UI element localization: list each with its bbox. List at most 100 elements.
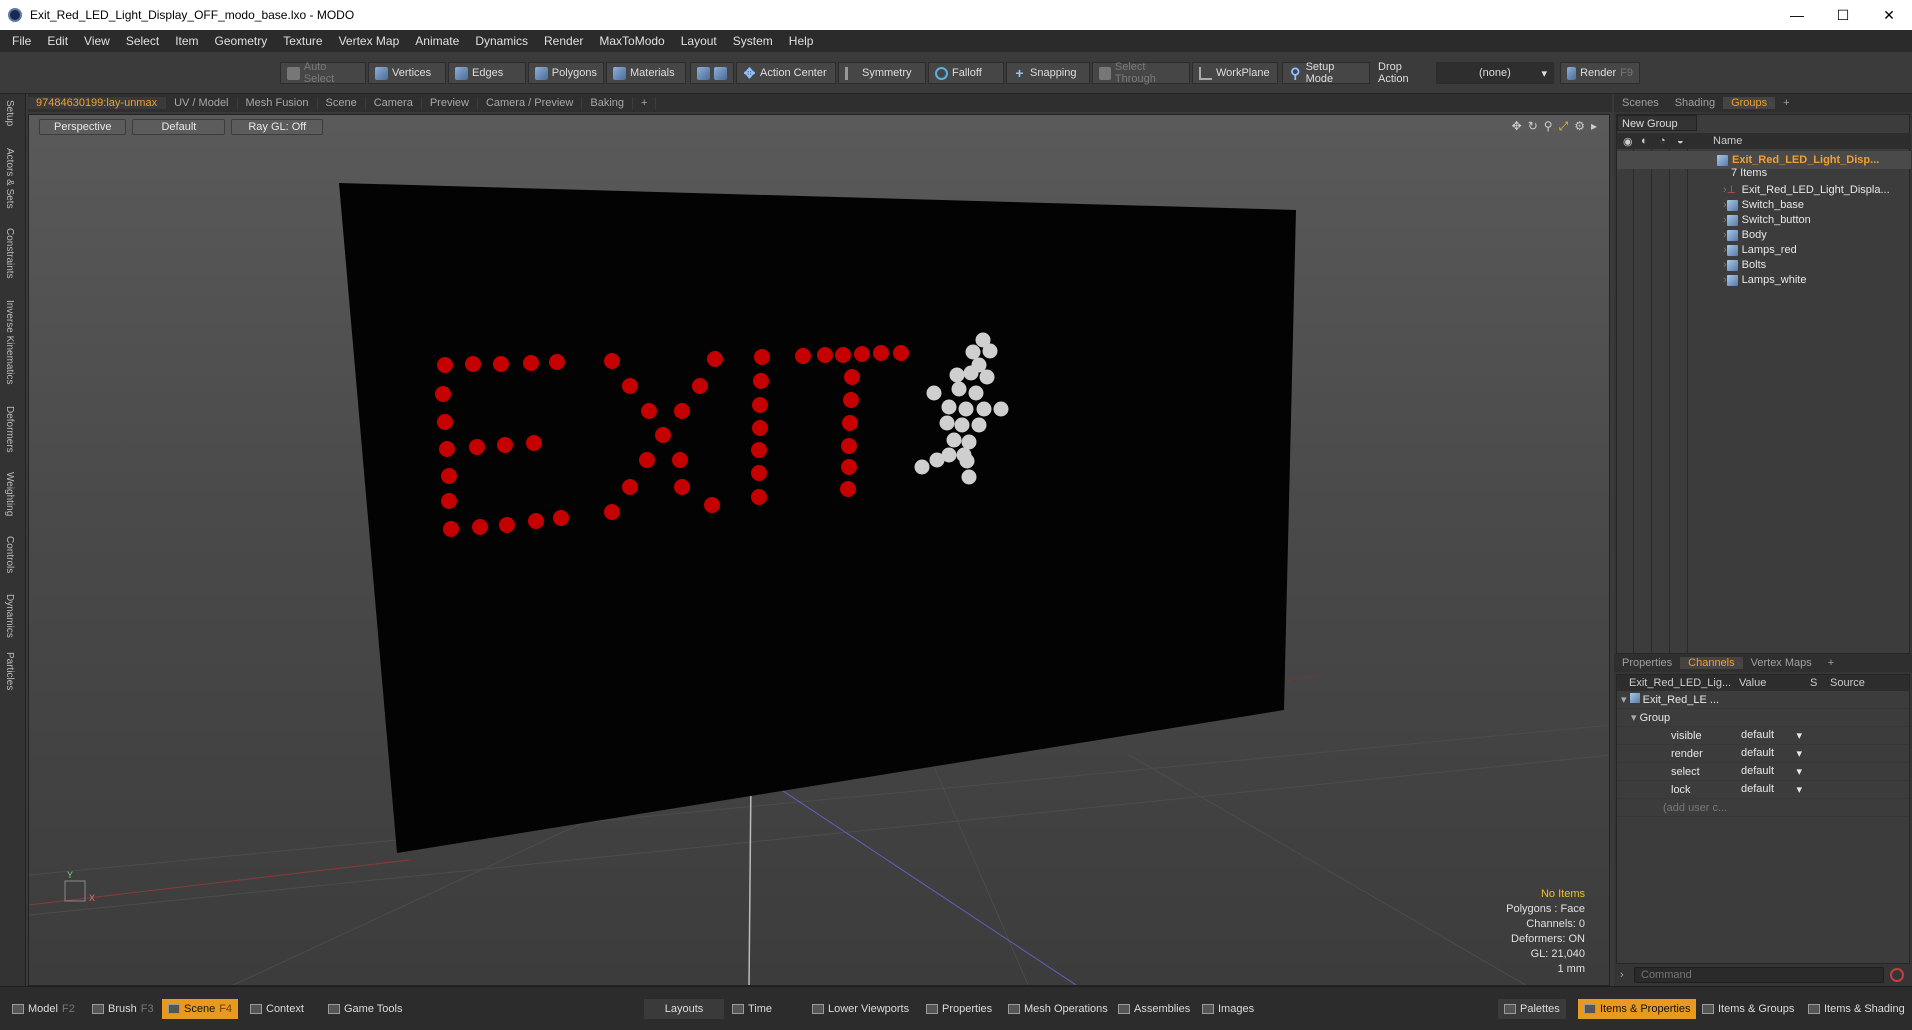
- rotate-icon[interactable]: ↻: [1528, 119, 1538, 134]
- setup-mode-button[interactable]: ⚲ Setup Mode: [1282, 61, 1370, 85]
- menu-file[interactable]: File: [4, 34, 39, 48]
- viewport-menu-icon[interactable]: ▸: [1591, 119, 1597, 134]
- snapping-button[interactable]: + Snapping: [1006, 62, 1090, 84]
- maximize-button[interactable]: ☐: [1820, 0, 1866, 30]
- zoom-icon[interactable]: ⚲: [1544, 119, 1553, 134]
- channel-root-row[interactable]: ▾ Exit_Red_LE ...: [1617, 691, 1909, 709]
- lock-toggle-icon[interactable]: ◒: [1677, 135, 1684, 147]
- close-button[interactable]: ✕: [1866, 0, 1912, 30]
- pan-icon[interactable]: ✥: [1512, 119, 1522, 134]
- menu-help[interactable]: Help: [781, 34, 822, 48]
- channel-value-render[interactable]: default ▾: [1735, 747, 1810, 760]
- shading-mode-select[interactable]: Default: [132, 119, 226, 135]
- vertices-button[interactable]: Vertices: [368, 62, 446, 84]
- menu-system[interactable]: System: [725, 34, 781, 48]
- select-through-button[interactable]: Select Through: [1092, 61, 1190, 85]
- items-properties-button[interactable]: Items & Properties: [1578, 999, 1697, 1019]
- symmetry-button[interactable]: Symmetry: [838, 62, 926, 84]
- action-center-button[interactable]: ✥ Action Center: [736, 62, 836, 84]
- tab-deformers[interactable]: Deformers: [4, 406, 15, 453]
- drop-action-select[interactable]: (none) ▾: [1436, 62, 1554, 84]
- tab-inverse-kinematics[interactable]: Inverse Kinematics: [4, 300, 15, 384]
- command-input[interactable]: [1634, 967, 1884, 983]
- tree-item-lamps-white[interactable]: › Lamps_white: [1617, 271, 1911, 289]
- render-toggle-icon[interactable]: ◐: [1641, 135, 1648, 147]
- tab-scene[interactable]: Scene: [318, 97, 366, 109]
- tab-constraints[interactable]: Constraints: [4, 228, 15, 279]
- scene-layout-button[interactable]: Scene F4: [162, 999, 239, 1019]
- 3d-viewport[interactable]: Y X Perspective Default Ray GL: Off ✥ ↻ …: [28, 114, 1610, 986]
- properties-button[interactable]: Properties: [920, 999, 998, 1019]
- add-panel-tab-button[interactable]: +: [1775, 97, 1797, 109]
- channel-row-select[interactable]: select default ▾: [1617, 763, 1909, 781]
- tab-controls[interactable]: Controls: [4, 536, 15, 573]
- game-tools-layout-button[interactable]: Game Tools: [322, 999, 409, 1019]
- items-shading-button[interactable]: Items & Shading: [1802, 999, 1911, 1019]
- selection-mode-buttons[interactable]: [690, 62, 734, 84]
- eye-icon[interactable]: ◉: [1623, 135, 1633, 148]
- layouts-button[interactable]: Layouts: [644, 999, 724, 1019]
- tab-properties[interactable]: Properties: [1614, 657, 1680, 669]
- menu-render[interactable]: Render: [536, 34, 591, 48]
- tab-preview[interactable]: Preview: [422, 97, 478, 109]
- lower-viewports-button[interactable]: Lower Viewports: [806, 999, 915, 1019]
- tab-actors-sets[interactable]: Actors & Sets: [4, 148, 15, 209]
- images-button[interactable]: Images: [1196, 999, 1260, 1019]
- context-layout-button[interactable]: Context: [244, 999, 310, 1019]
- tab-camera[interactable]: Camera: [366, 97, 422, 109]
- tab-scenes[interactable]: Scenes: [1614, 97, 1667, 109]
- auto-select-button[interactable]: Auto Select: [280, 61, 366, 85]
- menu-layout[interactable]: Layout: [673, 34, 725, 48]
- add-tab-button[interactable]: +: [633, 97, 657, 109]
- exit-sign-body[interactable]: [339, 183, 1296, 853]
- menu-maxtomodo[interactable]: MaxToModo: [591, 34, 672, 48]
- channel-row-lock[interactable]: lock default ▾: [1617, 781, 1909, 799]
- menu-select[interactable]: Select: [118, 34, 167, 48]
- time-button[interactable]: Time: [726, 999, 778, 1019]
- polygons-button[interactable]: Polygons: [528, 62, 604, 84]
- channel-value-visible[interactable]: default ▾: [1735, 729, 1810, 742]
- tab-dynamics[interactable]: Dynamics: [4, 594, 15, 638]
- tab-setup[interactable]: Setup: [4, 100, 15, 126]
- menu-vertex-map[interactable]: Vertex Map: [331, 34, 408, 48]
- tab-particles[interactable]: Particles: [4, 652, 15, 690]
- raygl-toggle[interactable]: Ray GL: Off: [231, 119, 324, 135]
- model-layout-button[interactable]: Model F2: [6, 999, 81, 1019]
- mesh-operations-button[interactable]: Mesh Operations: [1002, 999, 1114, 1019]
- viewport-settings-icon[interactable]: ⚙: [1574, 119, 1585, 134]
- add-user-channel-row[interactable]: (add user c...: [1617, 799, 1909, 817]
- tab-vertex-maps[interactable]: Vertex Maps: [1743, 657, 1820, 669]
- items-groups-button[interactable]: Items & Groups: [1696, 999, 1800, 1019]
- minimize-button[interactable]: —: [1774, 0, 1820, 30]
- tab-shading[interactable]: Shading: [1667, 97, 1723, 109]
- channel-value-lock[interactable]: default ▾: [1735, 783, 1810, 796]
- record-icon[interactable]: [1890, 968, 1904, 982]
- edges-button[interactable]: Edges: [448, 62, 526, 84]
- menu-view[interactable]: View: [76, 34, 118, 48]
- tab-uv-model[interactable]: UV / Model: [166, 97, 238, 109]
- menu-geometry[interactable]: Geometry: [207, 34, 276, 48]
- new-group-button[interactable]: New Group: [1617, 115, 1697, 131]
- tab-layout-unmax[interactable]: 97484630199:lay-unmax: [28, 97, 167, 109]
- menu-animate[interactable]: Animate: [407, 34, 467, 48]
- channel-row-render[interactable]: render default ▾: [1617, 745, 1909, 763]
- menu-dynamics[interactable]: Dynamics: [467, 34, 536, 48]
- fit-icon[interactable]: ⤢: [1559, 119, 1569, 134]
- assemblies-button[interactable]: Assemblies: [1112, 999, 1196, 1019]
- palettes-button[interactable]: Palettes: [1498, 999, 1566, 1019]
- tab-baking[interactable]: Baking: [582, 97, 634, 109]
- brush-layout-button[interactable]: Brush F3: [86, 999, 160, 1019]
- menu-item[interactable]: Item: [167, 34, 206, 48]
- select-toggle-icon[interactable]: ◔: [1659, 135, 1666, 147]
- view-type-select[interactable]: Perspective: [39, 119, 127, 135]
- tab-groups[interactable]: Groups: [1723, 97, 1776, 109]
- channel-row-visible[interactable]: visible default ▾: [1617, 727, 1909, 745]
- tab-camera-preview[interactable]: Camera / Preview: [478, 97, 583, 109]
- menu-edit[interactable]: Edit: [39, 34, 76, 48]
- render-button[interactable]: Render F9: [1560, 62, 1640, 84]
- tab-mesh-fusion[interactable]: Mesh Fusion: [238, 97, 318, 109]
- channel-value-select[interactable]: default ▾: [1735, 765, 1810, 778]
- workplane-button[interactable]: WorkPlane: [1192, 62, 1278, 84]
- channel-group-row[interactable]: ▾ Group: [1617, 709, 1909, 727]
- materials-button[interactable]: Materials: [606, 62, 686, 84]
